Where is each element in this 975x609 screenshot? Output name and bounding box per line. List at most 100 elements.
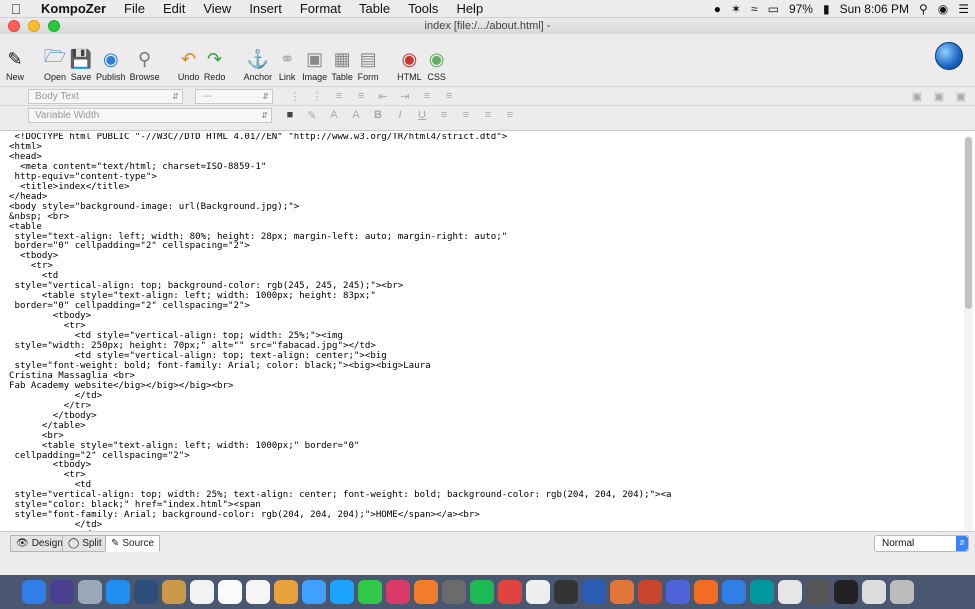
- source-line[interactable]: <table style="text-align: left; width: 1…: [9, 441, 959, 452]
- menu-view[interactable]: View: [194, 1, 240, 16]
- source-line[interactable]: <tbody>: [9, 461, 959, 471]
- source-line[interactable]: <html>: [9, 142, 959, 153]
- dock-app-icon[interactable]: [638, 580, 662, 604]
- source-line[interactable]: </table>: [9, 421, 959, 432]
- menu-format[interactable]: Format: [291, 1, 350, 16]
- source-line[interactable]: <tr>: [9, 261, 959, 272]
- bulleted-list-icon[interactable]: ≡: [353, 90, 369, 102]
- source-line[interactable]: </tr>: [9, 401, 959, 412]
- source-line[interactable]: border="0" cellpadding="2" cellspacing="…: [9, 242, 959, 252]
- dock-app-icon[interactable]: [218, 580, 242, 604]
- source-line[interactable]: <tbody>: [9, 251, 959, 262]
- dock-app-icon[interactable]: [78, 580, 102, 604]
- siri-icon[interactable]: ◉: [938, 2, 948, 16]
- dock-app-icon[interactable]: [358, 580, 382, 604]
- dock-app-icon[interactable]: [498, 580, 522, 604]
- dock-app-icon[interactable]: [862, 580, 886, 604]
- width-mode-select[interactable]: Variable Width ⇵: [28, 107, 272, 123]
- menu-tools[interactable]: Tools: [399, 1, 447, 16]
- dock-app-icon[interactable]: [302, 580, 326, 604]
- dock-app-icon[interactable]: [834, 580, 858, 604]
- html-button[interactable]: ◉ HTML: [397, 48, 422, 86]
- source-line[interactable]: <body style="background-image: url(Backg…: [9, 202, 959, 213]
- text-color-icon[interactable]: ■: [282, 109, 298, 121]
- dock-app-icon[interactable]: [414, 580, 438, 604]
- save-button[interactable]: 💾 Save: [70, 48, 92, 86]
- new-button[interactable]: ✎ New: [4, 48, 26, 86]
- dock-app-icon[interactable]: [778, 580, 802, 604]
- menu-help[interactable]: Help: [447, 1, 492, 16]
- larger-text-icon[interactable]: A: [348, 109, 364, 121]
- dock-app-icon[interactable]: [526, 580, 550, 604]
- dock-app-icon[interactable]: [750, 580, 774, 604]
- abbr-button[interactable]: ⋮: [287, 90, 303, 103]
- dock-app-icon[interactable]: [274, 580, 298, 604]
- paragraph-style-select[interactable]: Body Text ⇵: [28, 88, 183, 104]
- dock-app-icon[interactable]: [806, 580, 830, 604]
- notification-center-icon[interactable]: ☰: [958, 2, 969, 16]
- definition-desc-icon[interactable]: ≡: [441, 90, 457, 102]
- dock-app-icon[interactable]: [50, 580, 74, 604]
- source-line[interactable]: Fab Academy website</big></big></big><br…: [9, 381, 959, 392]
- font-select[interactable]: --- ⇵: [195, 88, 273, 104]
- source-line[interactable]: </td>: [9, 391, 959, 402]
- source-line[interactable]: cellpadding="2" cellspacing="2">: [9, 451, 959, 462]
- view-mode-select[interactable]: Normal ⇵: [874, 535, 969, 552]
- menu-insert[interactable]: Insert: [240, 1, 291, 16]
- open-button[interactable]: 🗁 Open: [44, 46, 66, 86]
- publish-button[interactable]: ◉ Publish: [96, 48, 126, 86]
- align-right-icon[interactable]: ≡: [480, 109, 496, 121]
- wifi-icon[interactable]: ≈: [751, 2, 758, 16]
- definition-term-icon[interactable]: ≡: [419, 90, 435, 102]
- browse-button[interactable]: ⚲ Browse: [130, 48, 160, 86]
- table-button[interactable]: ▦ Table: [331, 48, 353, 86]
- align-left-icon[interactable]: ≡: [436, 109, 452, 121]
- source-line[interactable]: </tbody>: [9, 411, 959, 422]
- panel-toggle-icon[interactable]: ▣: [909, 90, 925, 103]
- underline-button[interactable]: U: [414, 109, 430, 121]
- dock-app-icon[interactable]: [694, 580, 718, 604]
- source-editor[interactable]: <!DOCTYPE html PUBLIC "-//W3C//DTD HTML …: [0, 130, 975, 553]
- dock-app-icon[interactable]: [582, 580, 606, 604]
- sync-icon[interactable]: ●: [714, 2, 721, 16]
- source-line[interactable]: &nbsp; <br>: [9, 212, 959, 223]
- smaller-text-icon[interactable]: A: [326, 109, 342, 121]
- clock[interactable]: Sun 8:06 PM: [840, 2, 909, 16]
- panel-toggle-2-icon[interactable]: ▣: [931, 90, 947, 103]
- dock-app-icon[interactable]: [330, 580, 354, 604]
- dock-app-icon[interactable]: [554, 580, 578, 604]
- dock-app-icon[interactable]: [890, 580, 914, 604]
- dock-app-icon[interactable]: [190, 580, 214, 604]
- dock-app-icon[interactable]: [470, 580, 494, 604]
- source-line[interactable]: </td>: [9, 520, 959, 531]
- justify-icon[interactable]: ≡: [502, 109, 518, 121]
- source-line[interactable]: <tr>: [9, 470, 959, 481]
- tab-split[interactable]: ◯ Split: [62, 535, 108, 552]
- dock-app-icon[interactable]: [22, 580, 46, 604]
- vertical-scrollbar[interactable]: [964, 135, 973, 549]
- dock-app-icon[interactable]: [134, 580, 158, 604]
- source-line[interactable]: http-equiv="content-type">: [9, 172, 959, 183]
- airplay-icon[interactable]: ▭: [768, 2, 779, 16]
- dock-app-icon[interactable]: [162, 580, 186, 604]
- source-line[interactable]: <tbody>: [9, 311, 959, 322]
- align-center-icon[interactable]: ≡: [458, 109, 474, 121]
- dock-app-icon[interactable]: [386, 580, 410, 604]
- source-line[interactable]: <title>index</title>: [9, 182, 959, 193]
- tab-source[interactable]: ✎ Source: [105, 535, 161, 552]
- menu-edit[interactable]: Edit: [154, 1, 194, 16]
- dock-app-icon[interactable]: [722, 580, 746, 604]
- battery-icon[interactable]: ▮: [823, 2, 830, 16]
- spotlight-icon[interactable]: ⚲: [919, 2, 928, 16]
- panel-toggle-3-icon[interactable]: ▣: [953, 90, 969, 103]
- redo-button[interactable]: ↷ Redo: [204, 48, 226, 86]
- source-line[interactable]: style="font-family: Arial; background-co…: [9, 510, 959, 521]
- menu-app-name[interactable]: KompoZer: [32, 1, 115, 16]
- source-code-text[interactable]: <!DOCTYPE html PUBLIC "-//W3C//DTD HTML …: [9, 133, 959, 553]
- outdent-icon[interactable]: ⇤: [375, 90, 391, 103]
- menu-table[interactable]: Table: [350, 1, 399, 16]
- bold-button[interactable]: B: [370, 109, 386, 121]
- apple-menu-icon[interactable]: : [0, 1, 32, 17]
- battery-percent[interactable]: 97%: [789, 2, 813, 16]
- undo-button[interactable]: ↶ Undo: [178, 48, 200, 86]
